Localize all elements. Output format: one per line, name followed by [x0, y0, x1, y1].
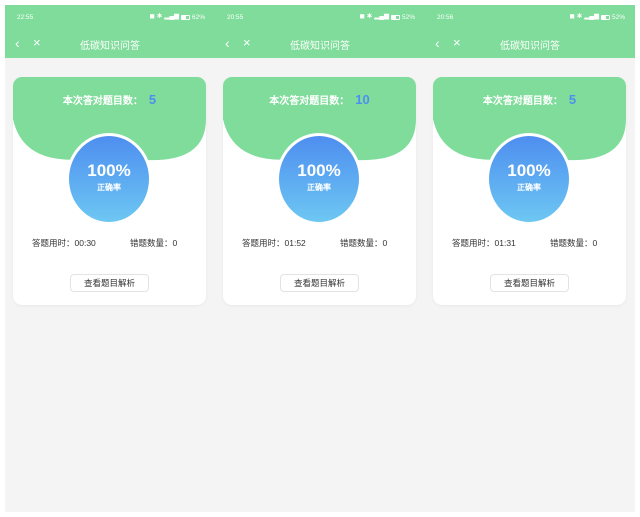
status-icons: ◼ ✱ ▂▄▆ 52%	[570, 14, 625, 21]
score-label: 本次答对题目数：	[62, 96, 143, 107]
score-row: 本次答对题目数： 5	[13, 92, 206, 107]
bluetooth-icon: ✱	[366, 13, 373, 21]
score-label: 本次答对题目数：	[482, 96, 563, 107]
accuracy-value: 100%	[297, 161, 341, 180]
battery-icon	[180, 15, 190, 20]
accuracy-label: 正确率	[517, 183, 541, 192]
status-time: 20:55	[227, 14, 244, 21]
battery-level: 62%	[191, 14, 205, 21]
status-time: 20:56	[437, 14, 454, 21]
review-answers-button[interactable]: 查看题目解析	[280, 274, 359, 292]
time-value: 01:52	[284, 238, 306, 248]
score-row: 本次答对题目数： 10	[223, 92, 416, 107]
close-icon[interactable]: ×	[33, 36, 41, 50]
status-icons: ◼ ✱ ▂▄▆ 52%	[360, 14, 415, 21]
status-bar: 20:56 ◼ ✱ ▂▄▆ 52%	[425, 5, 635, 30]
close-icon[interactable]: ×	[453, 36, 461, 50]
wrong-label: 错题数量：	[340, 238, 383, 248]
signal-icon: ▂▄▆	[164, 13, 179, 21]
accuracy-circle: 100% 正确率	[66, 133, 152, 225]
battery-icon	[390, 15, 400, 20]
wrong-count: 错题数量：0	[550, 237, 597, 249]
screen-1: 22:55 ◼ ✱ ▂▄▆ 62% ‹ × 低碳知识问答 本次答对题目数： 5 1…	[5, 5, 215, 512]
screen-2: 20:55 ◼ ✱ ▂▄▆ 52% ‹ × 低碳知识问答 本次答对题目数： 10 …	[215, 5, 425, 512]
wrong-count: 错题数量：0	[340, 237, 387, 249]
battery-level: 52%	[611, 14, 625, 21]
elapsed-time: 答题用时：00:30	[32, 237, 96, 249]
signal-icon: ▂▄▆	[584, 13, 599, 21]
bluetooth-icon: ✱	[576, 13, 583, 21]
notification-icon: ◼	[359, 13, 365, 21]
wrong-label: 错题数量：	[130, 238, 173, 248]
score-row: 本次答对题目数： 5	[433, 92, 626, 107]
accuracy-label: 正确率	[97, 183, 121, 192]
battery-level: 52%	[401, 14, 415, 21]
time-value: 01:31	[494, 238, 516, 248]
signal-icon: ▂▄▆	[374, 13, 389, 21]
wrong-value: 0	[382, 238, 388, 248]
accuracy-value: 100%	[87, 161, 131, 180]
time-label: 答题用时：	[242, 238, 285, 248]
back-icon[interactable]: ‹	[225, 36, 230, 50]
status-bar: 20:55 ◼ ✱ ▂▄▆ 52%	[215, 5, 425, 30]
score-value: 10	[355, 92, 370, 107]
title-bar: ‹ × 低碳知识问答	[425, 30, 635, 58]
accuracy-label: 正确率	[307, 183, 331, 192]
review-answers-button[interactable]: 查看题目解析	[490, 274, 569, 292]
score-value: 5	[148, 92, 157, 107]
title-bar: ‹ × 低碳知识问答	[5, 30, 215, 58]
elapsed-time: 答题用时：01:31	[452, 237, 516, 249]
wrong-value: 0	[172, 238, 178, 248]
time-label: 答题用时：	[452, 238, 495, 248]
time-value: 00:30	[74, 238, 96, 248]
wrong-label: 错题数量：	[550, 238, 593, 248]
wrong-value: 0	[592, 238, 598, 248]
title-bar: ‹ × 低碳知识问答	[215, 30, 425, 58]
close-icon[interactable]: ×	[243, 36, 251, 50]
bluetooth-icon: ✱	[156, 13, 163, 21]
review-answers-button[interactable]: 查看题目解析	[70, 274, 149, 292]
back-icon[interactable]: ‹	[435, 36, 440, 50]
accuracy-circle: 100% 正确率	[486, 133, 572, 225]
status-time: 22:55	[17, 14, 34, 21]
score-label: 本次答对题目数：	[269, 96, 350, 107]
result-card: 本次答对题目数： 5 100% 正确率 答题用时：01:31 错题数量：0 查看题…	[433, 77, 626, 305]
screen-3: 20:56 ◼ ✱ ▂▄▆ 52% ‹ × 低碳知识问答 本次答对题目数： 5 1…	[425, 5, 635, 512]
status-icons: ◼ ✱ ▂▄▆ 62%	[150, 14, 205, 21]
battery-icon	[600, 15, 610, 20]
screens-container: 22:55 ◼ ✱ ▂▄▆ 62% ‹ × 低碳知识问答 本次答对题目数： 5 1…	[5, 5, 635, 512]
result-card: 本次答对题目数： 5 100% 正确率 答题用时：00:30 错题数量：0 查看题…	[13, 77, 206, 305]
score-value: 5	[568, 92, 577, 107]
time-label: 答题用时：	[32, 238, 75, 248]
accuracy-circle: 100% 正确率	[276, 133, 362, 225]
notification-icon: ◼	[149, 13, 155, 21]
result-card: 本次答对题目数： 10 100% 正确率 答题用时：01:52 错题数量：0 查看…	[223, 77, 416, 305]
elapsed-time: 答题用时：01:52	[242, 237, 306, 249]
accuracy-value: 100%	[507, 161, 551, 180]
back-icon[interactable]: ‹	[15, 36, 20, 50]
status-bar: 22:55 ◼ ✱ ▂▄▆ 62%	[5, 5, 215, 30]
wrong-count: 错题数量：0	[130, 237, 177, 249]
notification-icon: ◼	[569, 13, 575, 21]
